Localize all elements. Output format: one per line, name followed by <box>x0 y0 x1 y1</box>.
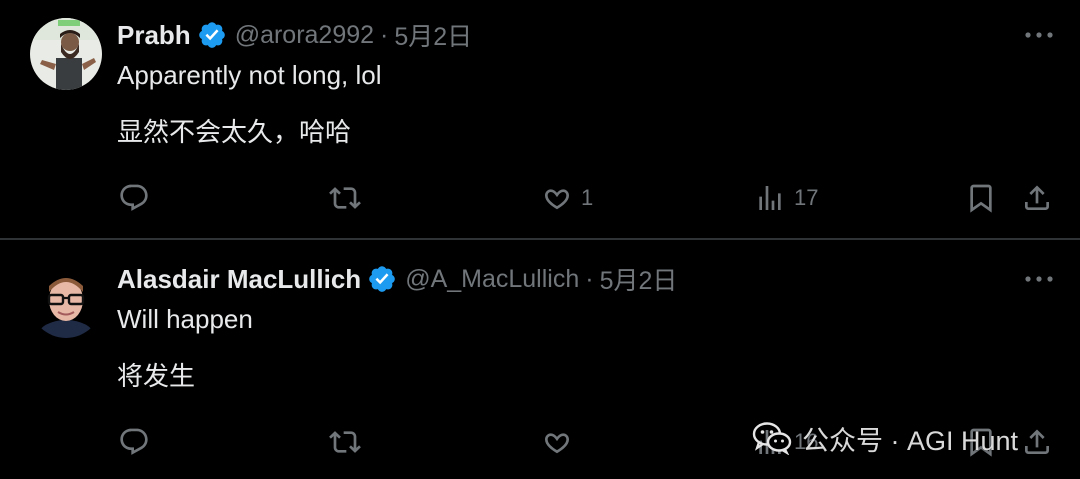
separator-dot: · <box>380 20 389 49</box>
tweet-text: Will happen <box>117 304 253 334</box>
views-count: 17 <box>794 185 819 210</box>
tweet-thread: Prabh @arora2992 · 5月2日 Apparently not l… <box>0 0 1080 479</box>
retweet-icon <box>329 431 361 453</box>
reply-button[interactable] <box>118 178 158 218</box>
share-button[interactable] <box>1021 422 1053 462</box>
heart-icon <box>545 189 569 210</box>
timestamp[interactable]: 5月2日 <box>394 17 472 53</box>
reply-icon <box>120 184 148 211</box>
like-button[interactable] <box>541 422 581 462</box>
retweet-button[interactable] <box>329 422 369 462</box>
watermark-text: 公众号 · AGI Hunt <box>802 425 1019 456</box>
tweet-translation: 将发生 <box>117 361 196 391</box>
views-chart-icon <box>759 186 781 210</box>
views-button[interactable]: 17 <box>754 178 818 218</box>
retweet-icon <box>329 187 361 209</box>
avatar[interactable] <box>30 18 102 90</box>
tweet-header: Alasdair MacLullich @A_MacLullich · 5月2日 <box>117 262 677 296</box>
tweet[interactable]: Prabh @arora2992 · 5月2日 Apparently not l… <box>0 0 1080 238</box>
reply-icon <box>120 428 148 455</box>
wechat-icon <box>752 422 792 455</box>
more-options-icon[interactable] <box>1024 274 1054 284</box>
tweet-translation: 显然不会太久，哈哈 <box>117 117 352 147</box>
heart-icon <box>545 433 569 454</box>
avatar-image <box>30 266 102 338</box>
bookmark-button[interactable] <box>965 178 997 218</box>
retweet-button[interactable] <box>329 178 369 218</box>
verified-badge-icon[interactable] <box>197 20 227 50</box>
verified-badge-icon[interactable] <box>367 264 397 294</box>
handle[interactable]: @A_MacLullich <box>405 265 579 294</box>
handle[interactable]: @arora2992 <box>235 21 374 50</box>
separator-dot: · <box>585 264 594 293</box>
tweet-actions: 1 17 <box>0 178 1080 218</box>
more-options-icon[interactable] <box>1024 30 1054 40</box>
avatar-image <box>30 18 102 90</box>
tweet-header: Prabh @arora2992 · 5月2日 <box>117 18 472 52</box>
like-count: 1 <box>581 185 594 210</box>
bookmark-icon <box>970 184 992 213</box>
display-name[interactable]: Alasdair MacLullich <box>117 264 361 295</box>
share-icon <box>1025 185 1049 210</box>
timestamp[interactable]: 5月2日 <box>600 261 678 297</box>
share-icon <box>1025 429 1049 454</box>
reply-button[interactable] <box>118 422 158 462</box>
display-name[interactable]: Prabh <box>117 20 191 51</box>
watermark: 公众号 · AGI Hunt <box>752 418 1018 458</box>
avatar[interactable] <box>30 266 102 338</box>
like-button[interactable]: 1 <box>541 178 593 218</box>
share-button[interactable] <box>1021 178 1053 218</box>
tweet-text: Apparently not long, lol <box>117 60 382 90</box>
